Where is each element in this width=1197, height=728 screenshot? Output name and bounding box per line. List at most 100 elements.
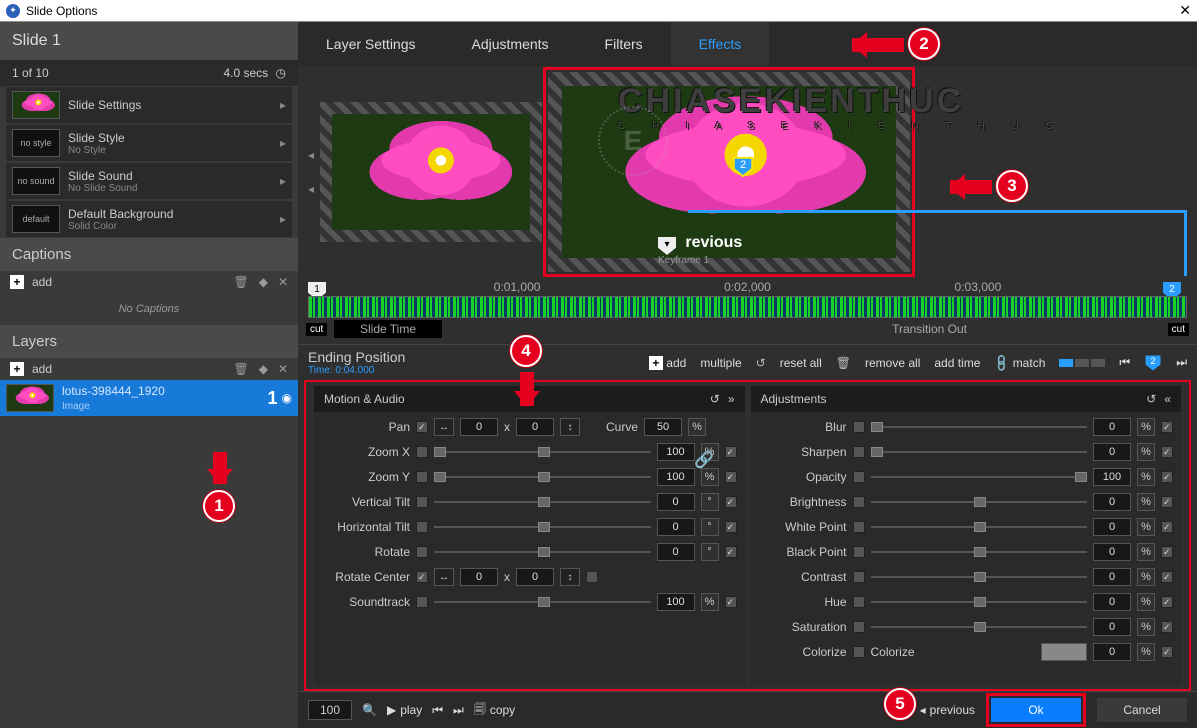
prev-keyframe-icon[interactable]: ⏮ [1119,355,1130,370]
htilt-chk2[interactable] [725,521,737,533]
pan-y-arrows[interactable]: ↕ [560,418,580,436]
blackpoint-chk[interactable] [853,546,865,558]
whitepoint-chk2[interactable] [1161,521,1173,533]
hue-chk[interactable] [853,596,865,608]
colorize-swatch[interactable] [1041,643,1087,661]
pan-x-input[interactable]: 0 [460,418,498,436]
saturation-chk2[interactable] [1161,621,1173,633]
brightness-slider[interactable] [871,494,1088,510]
collapse-left-icon[interactable]: « [1164,392,1171,406]
trash-icon[interactable]: 🗑 [836,356,851,370]
previous-link[interactable]: ◂ previous [920,703,975,717]
tab-adjustments[interactable]: Adjustments [444,22,577,66]
rcenter-chk2[interactable] [586,571,598,583]
rcenter-x-arrows[interactable]: ↔ [434,568,454,586]
remove-all-button[interactable]: remove all [865,356,920,370]
pan-checkbox[interactable] [416,421,428,433]
htilt-slider[interactable] [434,519,651,535]
sound-checkbox[interactable] [416,596,428,608]
sound-chk2[interactable] [725,596,737,608]
reset-icon[interactable]: ↺ [1146,392,1156,406]
zoomy-input[interactable]: 100 [657,468,695,486]
rotate-chk2[interactable] [725,546,737,558]
cut-right-button[interactable]: cut [1168,323,1189,336]
add-layer-label[interactable]: add [32,362,52,376]
rcenter-y-arrows[interactable]: ↕ [560,568,580,586]
prev-button[interactable]: ⏮ [432,703,443,718]
curve-input[interactable]: 50 [644,418,682,436]
tab-effects[interactable]: Effects [671,22,770,66]
wrench-icon[interactable]: ✕ [278,362,288,376]
cut-left-button[interactable]: cut [306,323,327,336]
pan-x-arrows[interactable]: ↔ [434,418,454,436]
colorize-input[interactable]: 0 [1093,643,1131,661]
colorize-chk2[interactable] [1161,646,1173,658]
blackpoint-input[interactable]: 0 [1093,543,1131,561]
link-icon[interactable]: 🔗 [694,450,714,470]
tab-filters[interactable]: Filters [577,22,671,66]
rotate-input[interactable]: 0 [657,543,695,561]
prev-chevron-icon[interactable]: ◂ [308,148,314,162]
rcenter-y-input[interactable]: 0 [516,568,554,586]
pan-y-input[interactable]: 0 [516,418,554,436]
add-caption-icon[interactable]: + [10,275,24,289]
opacity-chk2[interactable] [1161,471,1173,483]
add-keyframe-label[interactable]: add [666,356,686,370]
htilt-input[interactable]: 0 [657,518,695,536]
colorize-chk[interactable] [853,646,865,658]
saturation-input[interactable]: 0 [1093,618,1131,636]
vtilt-chk2[interactable] [725,496,737,508]
collapse-right-icon[interactable]: » [728,392,735,406]
zoomy-link-chk[interactable] [725,471,737,483]
add-time-button[interactable]: add time [934,356,980,370]
sharpen-chk[interactable] [853,446,865,458]
zoomx-checkbox[interactable] [416,446,428,458]
cancel-button[interactable]: Cancel [1097,698,1187,722]
zoomx-slider[interactable] [434,444,651,460]
saturation-slider[interactable] [871,619,1088,635]
slide-sound-row[interactable]: no sound Slide SoundNo Slide Sound ▸ [6,163,292,199]
opacity-slider[interactable] [871,469,1088,485]
reset-icon[interactable]: ↺ [756,356,766,370]
blackpoint-slider[interactable] [871,544,1088,560]
vtilt-slider[interactable] [434,494,651,510]
zoomx-input[interactable]: 100 [657,443,695,461]
opacity-chk[interactable] [853,471,865,483]
trash-icon[interactable]: 🗑 [233,275,248,289]
slide-settings-row[interactable]: Slide Settings ▸ [6,87,292,123]
prev-chevron-icon[interactable]: ◂ [308,182,314,196]
brightness-input[interactable]: 0 [1093,493,1131,511]
sort-icon[interactable]: ◆ [259,275,268,289]
sharpen-chk2[interactable] [1161,446,1173,458]
search-icon[interactable]: 🔍 [362,703,377,717]
layout-toggle[interactable] [1059,359,1105,367]
whitepoint-chk[interactable] [853,521,865,533]
sound-input[interactable]: 100 [657,593,695,611]
reset-icon[interactable]: ↺ [710,392,720,406]
contrast-chk[interactable] [853,571,865,583]
sound-slider[interactable] [434,594,651,610]
hue-input[interactable]: 0 [1093,593,1131,611]
slide-bg-row[interactable]: default Default BackgroundSolid Color ▸ [6,201,292,237]
eye-icon[interactable]: ◉ [282,391,292,405]
add-layer-icon[interactable]: + [10,362,24,376]
rotate-checkbox[interactable] [416,546,428,558]
zoomx-link-chk[interactable] [725,446,737,458]
copy-button[interactable]: 🗐 copy [474,700,515,721]
layer-row[interactable]: lotus-398444_1920Image 1 ◉ [0,380,298,416]
zoom-input[interactable]: 100 [308,700,352,720]
blur-input[interactable]: 0 [1093,418,1131,436]
next-button[interactable]: ⏭ [453,703,464,718]
brightness-chk2[interactable] [1161,496,1173,508]
vtilt-checkbox[interactable] [416,496,428,508]
contrast-slider[interactable] [871,569,1088,585]
multiple-button[interactable]: multiple [700,356,741,370]
preview-prev-keyframe[interactable] [320,102,542,242]
saturation-chk[interactable] [853,621,865,633]
whitepoint-slider[interactable] [871,519,1088,535]
blur-chk[interactable] [853,421,865,433]
match-button[interactable]: match [1013,356,1046,370]
add-keyframe-icon[interactable]: + [649,356,663,370]
contrast-chk2[interactable] [1161,571,1173,583]
whitepoint-input[interactable]: 0 [1093,518,1131,536]
